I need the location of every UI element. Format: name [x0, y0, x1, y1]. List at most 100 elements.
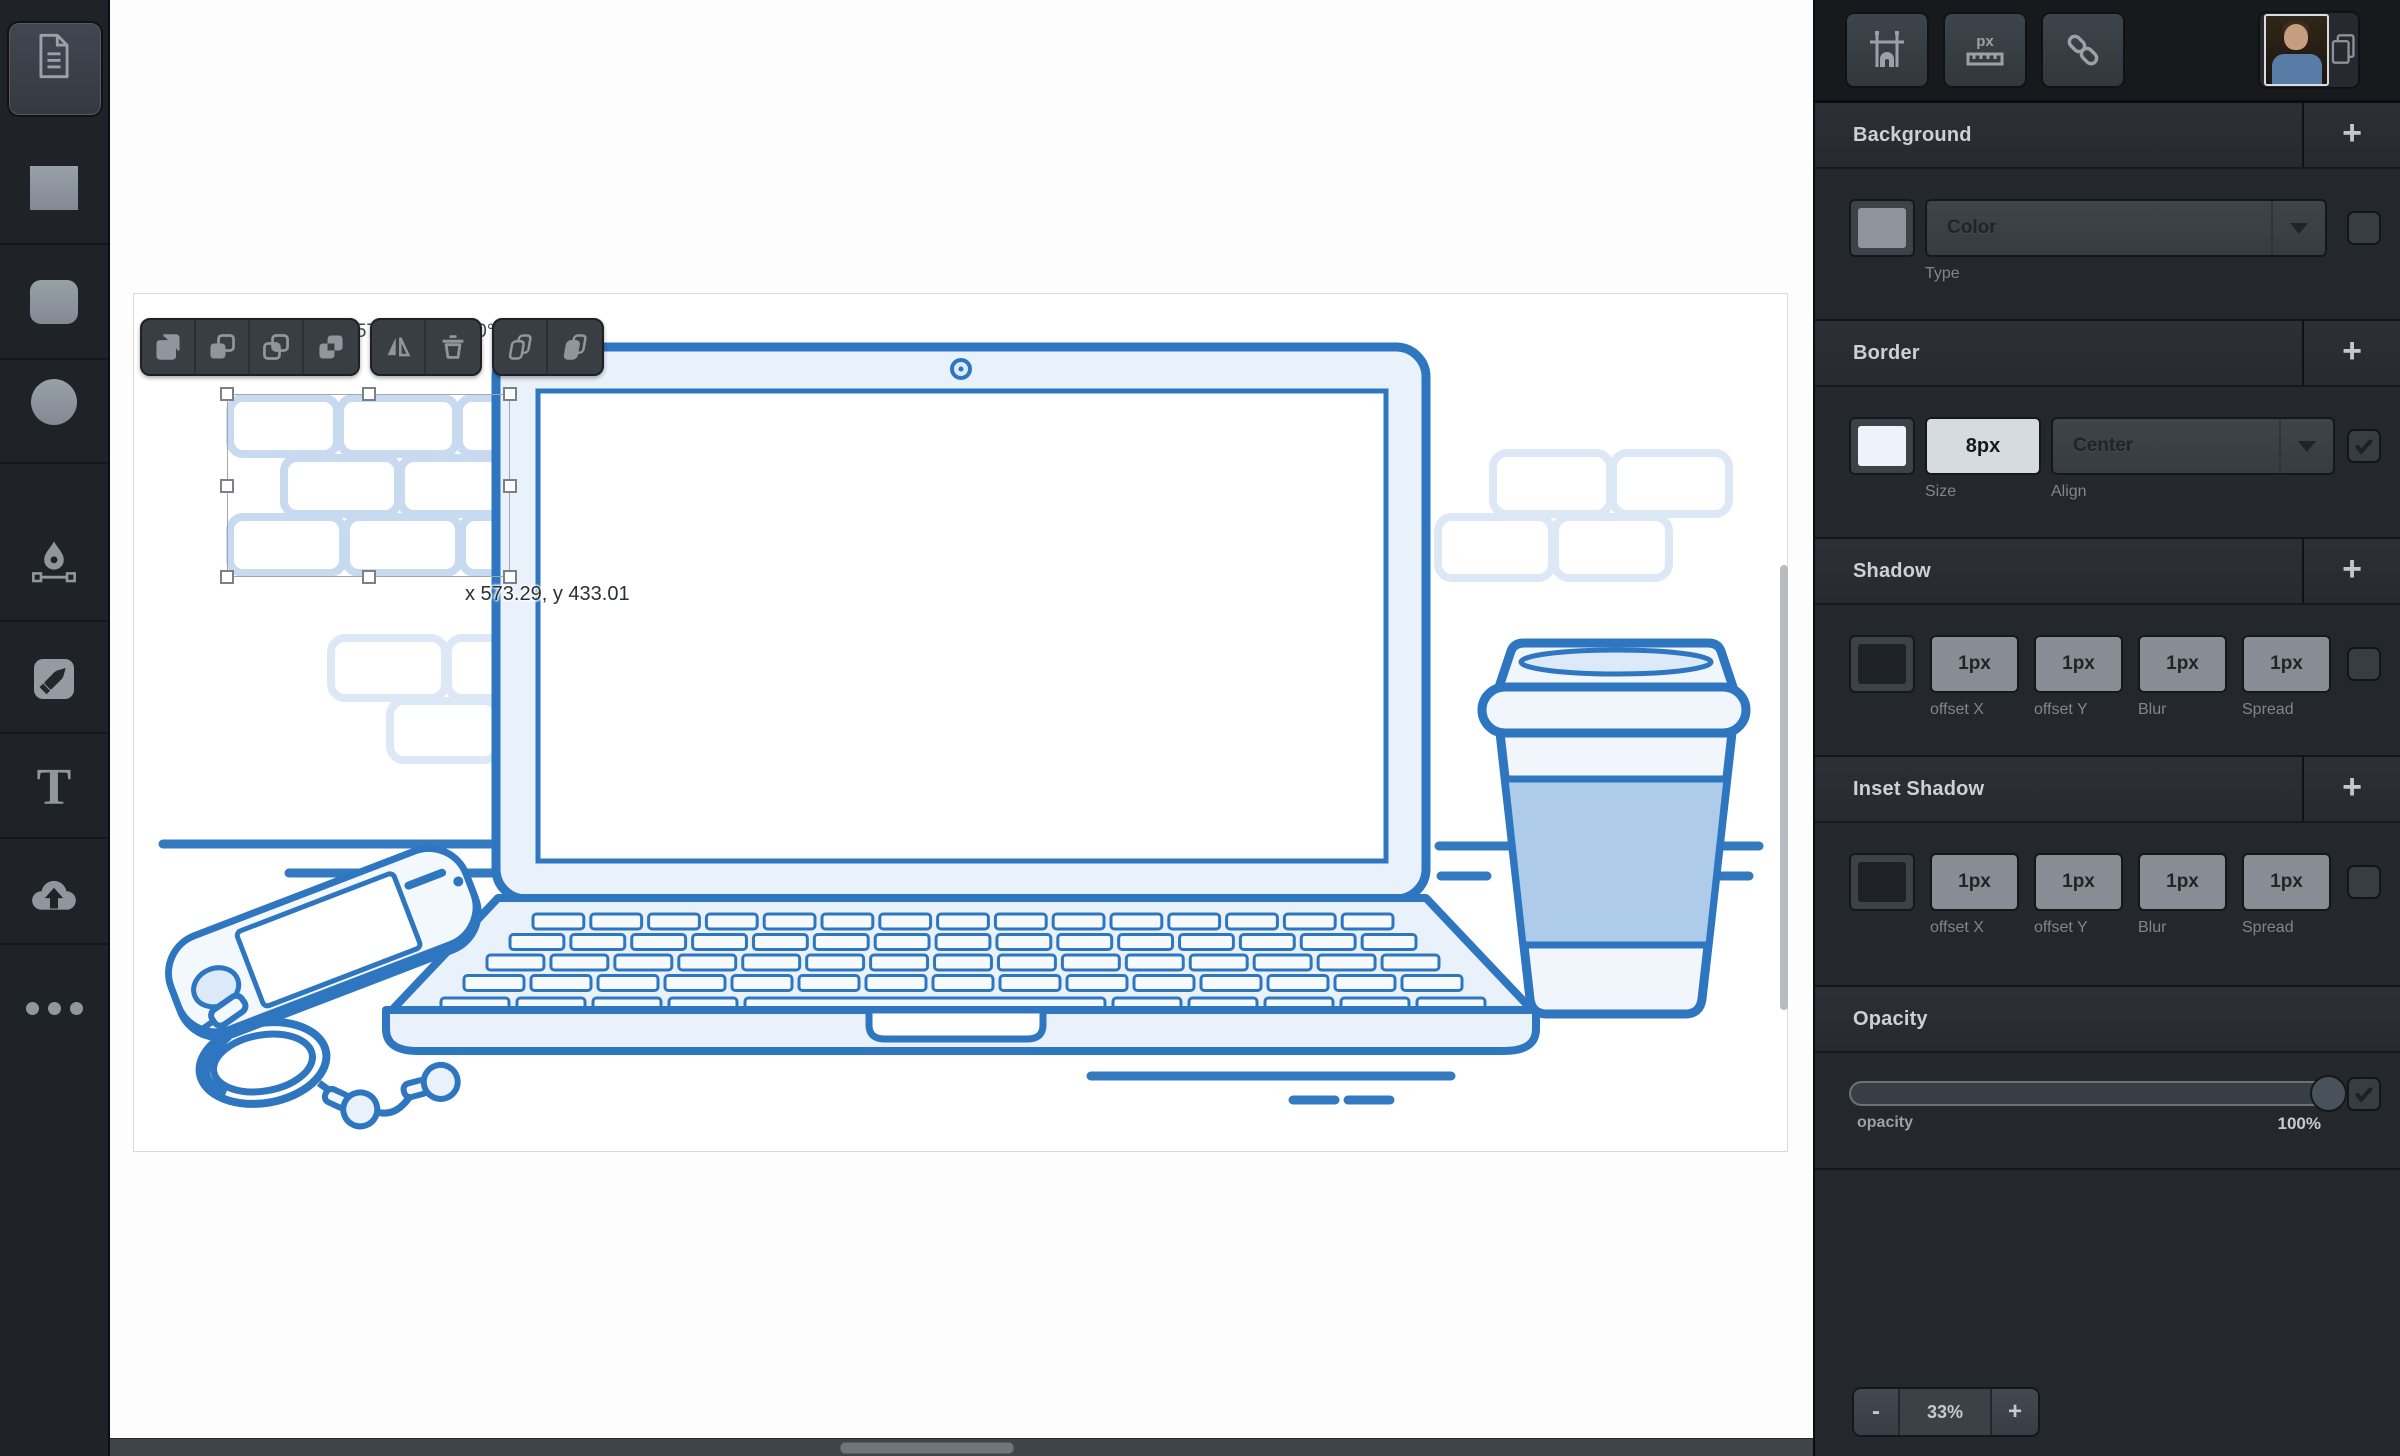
add-background-button[interactable]: +: [2302, 103, 2400, 167]
ellipsis-icon: [26, 1002, 83, 1015]
border-enabled-checkbox[interactable]: [2347, 429, 2381, 463]
field-label: offset X: [1930, 919, 2019, 937]
plus-icon: +: [2342, 768, 2362, 807]
background-type-dropdown[interactable]: Color: [1925, 199, 2327, 257]
shadow-offset-x-input[interactable]: 1px: [1930, 635, 2019, 693]
inset-shadow-offset-x-input[interactable]: 1px: [1930, 853, 2019, 911]
vertical-scrollbar[interactable]: [1780, 565, 1788, 1010]
exclude-button[interactable]: [304, 320, 358, 374]
horizontal-scrollbar-track[interactable]: [108, 1438, 1815, 1456]
tool-document[interactable]: [0, 12, 108, 100]
subtract-button[interactable]: [196, 320, 250, 374]
zoom-out-button[interactable]: -: [1854, 1389, 1900, 1435]
send-backward-icon: [505, 332, 535, 362]
top-toolbar: px: [1815, 0, 2400, 103]
pixel-units-icon: px: [1964, 30, 2006, 70]
add-border-button[interactable]: +: [2302, 321, 2400, 385]
shadow-blur-input[interactable]: 1px: [2138, 635, 2227, 693]
border-color-swatch[interactable]: [1849, 417, 1915, 475]
tool-pen[interactable]: [0, 533, 108, 591]
flip-button[interactable]: [372, 320, 426, 374]
brick-pattern-right: [1438, 453, 1729, 578]
tool-rectangle[interactable]: [0, 166, 108, 210]
background-header: Background +: [1815, 103, 2400, 169]
field-label: Align: [2051, 483, 2335, 501]
intersect-button[interactable]: [250, 320, 304, 374]
intersect-icon: [261, 332, 291, 362]
dropdown-caret-zone: [2271, 201, 2325, 255]
background-color-swatch[interactable]: [1849, 199, 1915, 257]
opacity-slider-handle[interactable]: [2310, 1075, 2347, 1112]
pencil-icon: [30, 656, 78, 702]
app-window: x 142.35px, y 157.25px, a 0.00°: [0, 0, 2400, 1456]
background-enabled-checkbox[interactable]: [2347, 211, 2381, 245]
link-button[interactable]: [2041, 12, 2125, 88]
delete-button[interactable]: [426, 320, 480, 374]
inset-shadow-enabled-checkbox[interactable]: [2347, 865, 2381, 899]
dropdown-caret-zone: [2279, 419, 2333, 473]
section-title: Shadow: [1853, 560, 1931, 583]
field-label: Type: [1925, 265, 2327, 283]
union-button[interactable]: [142, 320, 196, 374]
edit-ops-group: [370, 318, 482, 376]
document-icon: [32, 32, 76, 80]
chevron-down-icon: [2298, 441, 2316, 452]
artboard-page[interactable]: [133, 293, 1788, 1152]
shadow-color-swatch[interactable]: [1849, 635, 1915, 693]
units-button[interactable]: px: [1943, 12, 2027, 88]
inset-shadow-offset-y-input[interactable]: 1px: [2034, 853, 2123, 911]
opacity-enabled-checkbox[interactable]: [2347, 1077, 2381, 1111]
pen-icon: [29, 536, 79, 588]
opacity-section: Opacity opacity 100%: [1815, 987, 2400, 1170]
zoom-control: - 33% +: [1852, 1387, 2040, 1437]
inset-shadow-section: Inset Shadow + 1px offset X 1px offset Y…: [1815, 757, 2400, 987]
swatch-color: [1858, 426, 1906, 466]
horizontal-scrollbar-thumb[interactable]: [840, 1442, 1014, 1454]
shadow-header: Shadow +: [1815, 539, 2400, 605]
swatch-color: [1858, 862, 1906, 902]
inset-shadow-spread-input[interactable]: 1px: [2242, 853, 2331, 911]
grid-icon: [1867, 30, 1907, 70]
svg-text:px: px: [1976, 33, 1994, 50]
canvas-workspace[interactable]: x 142.35px, y 157.25px, a 0.00°: [108, 0, 1815, 1456]
opacity-slider[interactable]: [1849, 1081, 2343, 1106]
shadow-spread-input[interactable]: 1px: [2242, 635, 2331, 693]
ellipse-icon: [31, 379, 77, 425]
cloud-upload-icon: [27, 874, 81, 920]
tool-rounded-rectangle[interactable]: [0, 280, 108, 324]
rectangle-icon: [30, 166, 78, 210]
inset-shadow-blur-input[interactable]: 1px: [2138, 853, 2227, 911]
tool-pencil[interactable]: [0, 655, 108, 703]
send-backward-button[interactable]: [494, 320, 548, 374]
tool-text[interactable]: T: [0, 760, 108, 816]
border-size-input[interactable]: 8px: [1925, 417, 2041, 475]
border-align-dropdown[interactable]: Center: [2051, 417, 2335, 475]
user-avatar: [2264, 14, 2329, 86]
shadow-offset-y-input[interactable]: 1px: [2034, 635, 2123, 693]
field-label: Blur: [2138, 701, 2227, 719]
field-label: offset Y: [2034, 701, 2123, 719]
account-pages-button[interactable]: [2258, 11, 2360, 89]
field-label: Spread: [2242, 701, 2331, 719]
zoom-level[interactable]: 33%: [1900, 1389, 1992, 1435]
sidebar-divider: [0, 358, 108, 360]
checkmark-icon: [2353, 435, 2375, 457]
add-shadow-button[interactable]: +: [2302, 539, 2400, 603]
shadow-enabled-checkbox[interactable]: [2347, 647, 2381, 681]
plus-icon: +: [2342, 114, 2362, 153]
trash-icon: [438, 332, 468, 362]
tool-ellipse[interactable]: [0, 379, 108, 425]
laptop-illustration: [386, 347, 1536, 1051]
tool-more[interactable]: [0, 995, 108, 1021]
coffee-cup-illustration: [1482, 643, 1746, 1014]
add-inset-shadow-button[interactable]: +: [2302, 757, 2400, 821]
bring-forward-button[interactable]: [548, 320, 602, 374]
illustration-laptop-desk: [134, 294, 1789, 1153]
grid-toggle-button[interactable]: [1845, 12, 1929, 88]
swatch-color: [1858, 208, 1906, 248]
inset-shadow-color-swatch[interactable]: [1849, 853, 1915, 911]
zoom-in-button[interactable]: +: [1992, 1389, 2038, 1435]
field-label: Blur: [2138, 919, 2227, 937]
tool-cloud-upload[interactable]: [0, 872, 108, 922]
subtract-icon: [207, 332, 237, 362]
